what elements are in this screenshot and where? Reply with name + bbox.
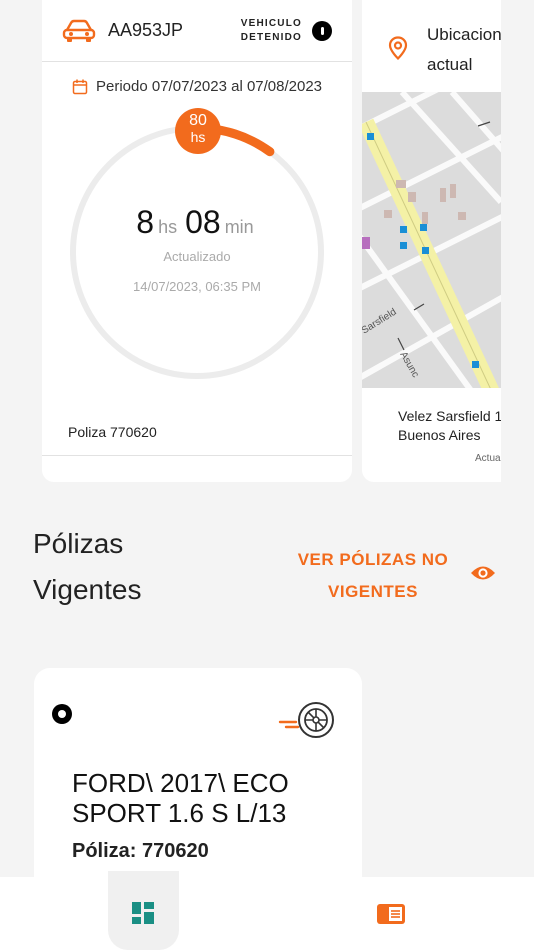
usage-card-header: AA953JP VEHICULO DETENIDO [42,0,352,62]
location-address-line1: Velez Sarsfield 1 [398,408,501,424]
location-map[interactable]: Sarsfield Asunc [362,92,501,388]
vehicle-status-line2: DETENIDO [240,31,302,43]
view-inactive-policies-line1: VER PÓLIZAS NO [297,550,449,569]
location-address: Velez Sarsfield 1 Buenos Aires [398,407,501,445]
section-title-line1: Pólizas [33,528,124,559]
location-card[interactable]: Ubicacion actual Sarsfield Asunc Velez S… [362,0,501,482]
vehicle-status-line1: VEHICULO [240,17,302,29]
tire-icon [278,702,334,738]
usage-period: Periodo 07/07/2023 al 07/08/2023 [72,78,322,95]
map-pin-icon [388,36,408,60]
usage-period-text: Periodo 07/07/2023 al 07/08/2023 [96,78,323,95]
view-inactive-policies-link[interactable]: VER PÓLIZAS NO VIGENTES [293,544,453,608]
hours-limit-badge: 80 hs [175,108,221,154]
usage-minutes: 08 [185,204,221,240]
section-title-active-policies: Pólizas Vigentes [33,521,141,613]
location-title: Ubicacion actual [427,25,501,74]
usage-card-divider [42,455,352,456]
usage-time-readout: 8 hs 08 min [42,204,352,241]
location-updated-label: Actua [475,453,501,464]
policy-status-indicator-icon [52,704,72,724]
usage-minutes-unit: min [224,217,254,237]
vehicle-plate: AA953JP [108,20,184,40]
usage-card[interactable]: AA953JP VEHICULO DETENIDO Periodo 07/07/… [42,0,352,482]
location-address-line2: Buenos Aires [398,427,481,443]
section-title-line2: Vigentes [33,574,142,605]
hours-limit-value: 80 [189,112,207,129]
usage-updated-datetime: 14/07/2023, 06:35 PM [133,279,261,294]
vehicle-status-indicator-icon [312,20,332,41]
policy-vehicle-name: FORD\ 2017\ ECO SPORT 1.6 S L/13 [72,768,289,828]
calendar-icon [72,79,88,94]
hours-limit-unit: hs [190,129,206,145]
usage-hours: 8 [136,204,155,240]
policy-card-number: Póliza: 770620 [72,840,209,862]
location-card-header: Ubicacion actual [362,0,501,92]
usage-updated-label: Actualizado [163,249,231,264]
eye-icon[interactable] [470,563,496,583]
usage-hours-unit: hs [158,217,178,237]
bottom-navigation [0,871,534,950]
policies-book-icon[interactable] [376,902,406,926]
view-inactive-policies-line2: VIGENTES [328,582,418,601]
vehicle-status: VEHICULO DETENIDO [241,17,302,45]
car-icon [62,19,96,42]
dashboard-icon[interactable] [131,901,155,925]
usage-policy-number: Poliza 770620 [68,424,157,440]
